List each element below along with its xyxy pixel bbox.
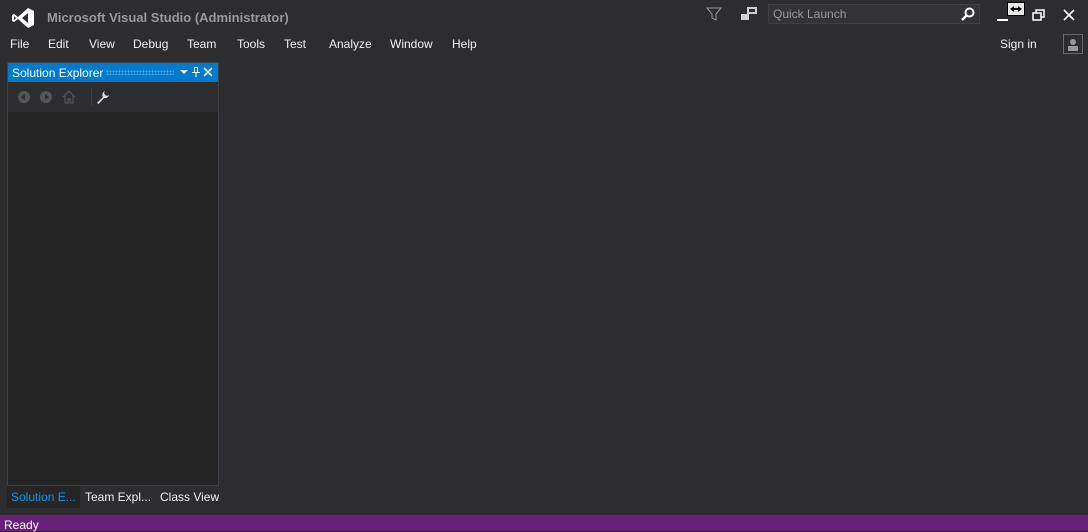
visual-studio-logo-icon xyxy=(12,8,34,28)
menu-window[interactable]: Window xyxy=(390,37,433,51)
menu-team[interactable]: Team xyxy=(187,37,216,51)
dropdown-arrow-icon[interactable] xyxy=(178,66,190,78)
back-icon[interactable] xyxy=(17,90,31,104)
solution-explorer-panel: Solution Explorer xyxy=(7,62,219,486)
sign-in-link[interactable]: Sign in xyxy=(1000,37,1037,51)
feedback-icon[interactable] xyxy=(740,6,758,22)
home-icon[interactable] xyxy=(62,90,76,104)
restore-button[interactable] xyxy=(1022,2,1056,28)
search-icon[interactable] xyxy=(961,7,975,21)
quick-launch-box[interactable] xyxy=(768,4,980,24)
pin-icon[interactable] xyxy=(190,66,202,78)
menu-analyze[interactable]: Analyze xyxy=(329,37,372,51)
tab-team-explorer[interactable]: Team Expl... xyxy=(81,486,155,508)
account-avatar[interactable] xyxy=(1063,34,1083,54)
solution-explorer-header[interactable]: Solution Explorer xyxy=(8,63,218,82)
restore-icon xyxy=(1032,9,1045,21)
menu-edit[interactable]: Edit xyxy=(48,37,69,51)
solution-explorer-toolbar xyxy=(8,82,218,112)
user-icon xyxy=(1068,39,1078,51)
panel-grip xyxy=(106,70,174,75)
tool-window-tabs: Solution E... Team Expl... Class View xyxy=(7,486,227,508)
toolbar-separator xyxy=(91,88,92,106)
status-text: Ready xyxy=(4,518,39,532)
forward-icon[interactable] xyxy=(39,90,53,104)
tab-class-view[interactable]: Class View xyxy=(156,486,223,508)
close-panel-icon[interactable] xyxy=(202,66,214,78)
menu-view[interactable]: View xyxy=(89,37,115,51)
menu-help[interactable]: Help xyxy=(452,37,477,51)
window-title: Microsoft Visual Studio (Administrator) xyxy=(47,10,289,25)
title-bar: Microsoft Visual Studio (Administrator) xyxy=(0,0,1088,34)
menu-tools[interactable]: Tools xyxy=(237,37,265,51)
menu-bar: File Edit View Debug Team Tools Test Ana… xyxy=(0,34,1088,54)
wrench-icon[interactable] xyxy=(96,90,110,104)
close-button[interactable] xyxy=(1052,2,1086,28)
status-bar: Ready xyxy=(0,515,1088,532)
filter-icon[interactable] xyxy=(706,6,722,22)
menu-debug[interactable]: Debug xyxy=(133,37,168,51)
tab-solution-explorer[interactable]: Solution E... xyxy=(7,486,80,508)
menu-file[interactable]: File xyxy=(10,37,29,51)
solution-explorer-title: Solution Explorer xyxy=(12,66,104,80)
menu-test[interactable]: Test xyxy=(284,37,306,51)
quick-launch-input[interactable] xyxy=(769,5,967,23)
close-icon xyxy=(1063,9,1075,21)
